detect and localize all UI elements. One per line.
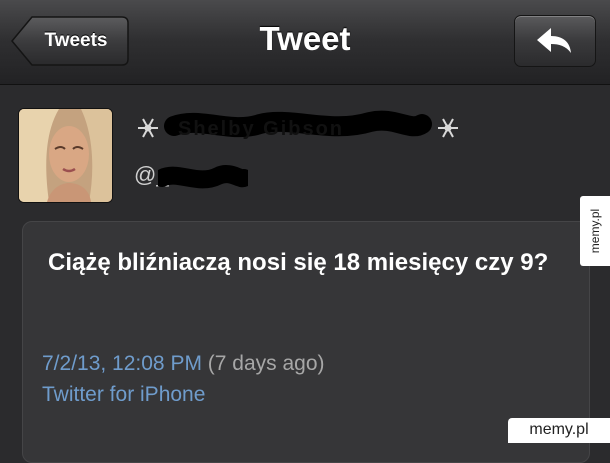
avatar[interactable] — [18, 108, 113, 203]
reply-button[interactable] — [514, 15, 596, 67]
avatar-image — [19, 109, 112, 202]
tweet-meta: 7/2/13, 12:08 PM (7 days ago) — [42, 352, 325, 376]
handle-redaction — [158, 165, 248, 189]
display-name-text: Shelby Gibson — [178, 118, 345, 140]
snowflake-icon — [138, 118, 158, 138]
page-title: Tweet — [259, 20, 351, 57]
display-name[interactable]: Shelby Gibson — [130, 104, 490, 148]
back-button[interactable]: Tweets — [10, 15, 129, 67]
tweet-text: Ciążę bliźniaczą nosi się 18 miesięcy cz… — [48, 249, 549, 276]
corner-watermark: memy.pl — [508, 418, 610, 443]
snowflake-icon — [438, 118, 458, 138]
side-watermark: memy.pl — [580, 196, 610, 266]
tweet-source[interactable]: Twitter for iPhone — [42, 383, 205, 407]
tweet-relative-time: (7 days ago) — [207, 352, 325, 375]
navigation-bar: Tweets Tweet — [0, 0, 610, 85]
side-watermark-text: memy.pl — [588, 208, 602, 254]
back-button-label: Tweets — [44, 30, 108, 51]
tweet-date[interactable]: 7/2/13, 12:08 PM — [42, 352, 202, 375]
reply-arrow-icon — [537, 28, 571, 53]
corner-watermark-text: memy.pl — [529, 421, 589, 438]
user-handle[interactable]: @_ — [134, 160, 274, 192]
